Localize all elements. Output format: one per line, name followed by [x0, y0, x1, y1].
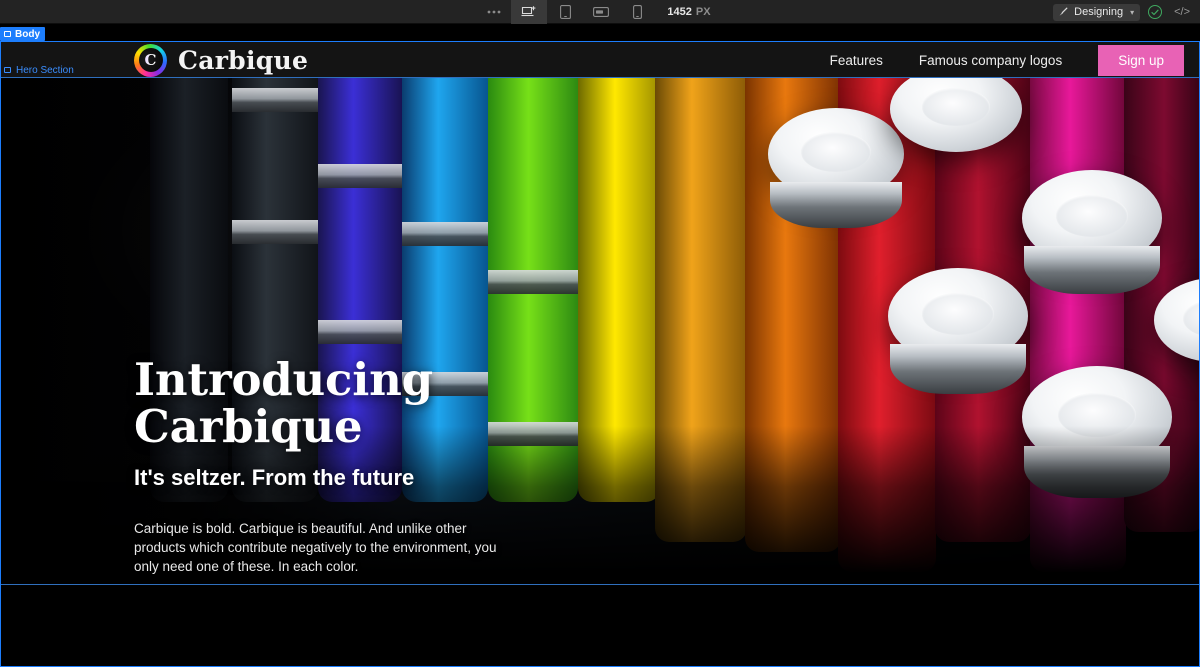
toolbar-right-group: Designing ▾ </>: [1053, 0, 1194, 24]
sign-up-button[interactable]: Sign up: [1098, 44, 1184, 76]
below-hero-area: [0, 586, 1200, 667]
mode-selector[interactable]: Designing ▾: [1053, 3, 1141, 21]
viewport-width-value: 1452: [667, 5, 692, 18]
brand[interactable]: C Carbique: [134, 43, 309, 77]
site-preview: C Carbique Features Famous company logos…: [0, 42, 1200, 667]
code-view-icon[interactable]: </>: [1170, 6, 1194, 18]
mode-label: Designing: [1074, 6, 1124, 18]
nav-link-famous-company-logos[interactable]: Famous company logos: [901, 53, 1080, 68]
hero-section-label: Hero Section: [16, 64, 74, 76]
hero-heading: Introducing Carbique: [134, 353, 433, 454]
hero-section: Introducing Carbique It's seltzer. From …: [0, 78, 1200, 586]
viewport-width-indicator: 1452 PX: [655, 6, 722, 18]
design-canvas[interactable]: Body Hero Section C Carbique Features Fa…: [0, 24, 1200, 667]
more-options-button[interactable]: [477, 0, 511, 24]
toolbar-center-group: 1452 PX: [0, 0, 1200, 24]
device-mobile-button[interactable]: [619, 0, 655, 24]
hero-paragraph: Carbique is bold. Carbique is beautiful.…: [134, 520, 497, 574]
brand-initial: C: [144, 51, 157, 69]
hero-copy: Introducing Carbique It's seltzer. From …: [134, 356, 554, 576]
top-toolbar: 1452 PX Designing ▾ </>: [0, 0, 1200, 24]
nav-link-features[interactable]: Features: [812, 53, 901, 68]
viewport-width-unit: PX: [695, 5, 711, 18]
device-tablet-landscape-button[interactable]: [583, 0, 619, 24]
publish-status-icon[interactable]: [1148, 5, 1163, 19]
device-desktop-button[interactable]: [511, 0, 548, 24]
section-element-icon: [4, 67, 11, 73]
chevron-down-icon: ▾: [1130, 7, 1135, 17]
device-tablet-button[interactable]: [547, 0, 583, 24]
nav-links: Features Famous company logos Sign up: [812, 44, 1200, 76]
brush-icon: [1058, 7, 1068, 17]
selected-element-badge[interactable]: Body: [0, 27, 45, 41]
selected-element-label: Body: [15, 28, 40, 40]
hero-subheading: It's seltzer. From the future: [134, 464, 415, 490]
brand-name: Carbique: [178, 45, 309, 75]
logo-icon: C: [134, 43, 167, 77]
body-element-icon: [4, 31, 11, 37]
hero-section-badge[interactable]: Hero Section: [0, 63, 74, 77]
site-navbar: C Carbique Features Famous company logos…: [0, 42, 1200, 78]
